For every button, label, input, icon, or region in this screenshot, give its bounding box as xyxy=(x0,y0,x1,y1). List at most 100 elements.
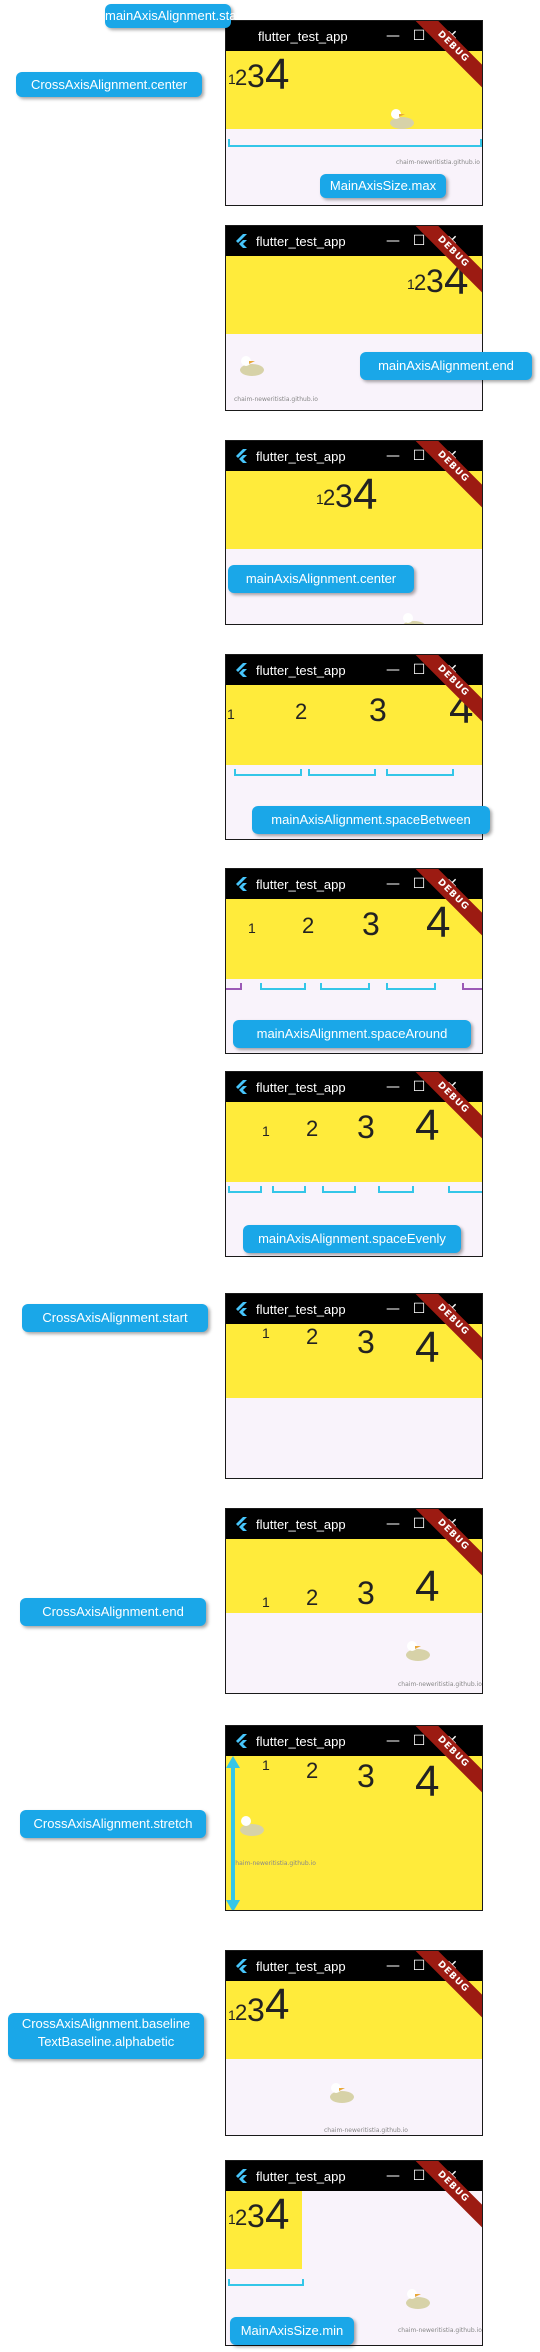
window-title: flutter_test_app xyxy=(256,663,346,678)
callout-cross-baseline: CrossAxisAlignment.baseline TextBaseline… xyxy=(8,2013,204,2059)
callout-size-min: MainAxisSize.min xyxy=(230,2317,354,2345)
watermark: chaim-neweritistia.github.io xyxy=(234,396,318,403)
window-main-center: flutter_test_app — ☐ ✕ 1 2 3 4 DEBUG xyxy=(225,440,483,625)
row-area: 1 2 3 4 xyxy=(226,1102,482,1182)
flutter-icon xyxy=(236,663,247,677)
bird-icon xyxy=(406,2289,430,2309)
bird-icon xyxy=(240,356,264,376)
flutter-icon xyxy=(236,449,247,463)
watermark: chaim-neweritistia.github.io xyxy=(232,1860,316,1867)
flutter-icon xyxy=(236,1517,247,1531)
gap-brace xyxy=(234,769,302,776)
gap-brace xyxy=(308,769,376,776)
flutter-icon xyxy=(236,877,247,891)
flutter-icon xyxy=(236,1302,247,1316)
digit-4: 4 xyxy=(415,1757,440,1806)
gap-brace xyxy=(228,1186,262,1193)
flutter-icon xyxy=(236,1080,247,1094)
row-area: 1 2 3 4 xyxy=(226,1981,482,2059)
digit-4: 4 xyxy=(415,1562,440,1611)
callout-main-end: mainAxisAlignment.end xyxy=(360,352,532,380)
window-title: flutter_test_app xyxy=(256,449,346,464)
row-area: 1 2 3 4 xyxy=(226,685,482,765)
digit-4: 4 xyxy=(265,50,290,99)
digit-2: 2 xyxy=(302,913,315,938)
digit-2: 2 xyxy=(414,270,427,295)
digit-3: 3 xyxy=(357,1575,375,1611)
digit-4: 4 xyxy=(265,1980,290,2029)
row-area: 1 2 3 4 xyxy=(226,1539,482,1613)
gap-brace xyxy=(260,983,306,990)
window-title: flutter_test_app xyxy=(256,1302,346,1317)
gap-brace xyxy=(386,983,436,990)
digit-4: 4 xyxy=(265,2190,290,2239)
digit-3: 3 xyxy=(362,906,380,942)
window-title: flutter_test_app xyxy=(256,1080,346,1095)
digit-1: 1 xyxy=(248,920,256,936)
window-title: flutter_test_app xyxy=(256,1734,346,1749)
digit-2: 2 xyxy=(323,485,336,510)
watermark: chaim-neweritistia.github.io xyxy=(324,2127,408,2134)
window-title: flutter_test_app xyxy=(256,877,346,892)
digit-2: 2 xyxy=(306,1758,319,1783)
digit-1: 1 xyxy=(262,1757,270,1773)
bird-icon xyxy=(390,109,414,129)
bird-icon xyxy=(406,1641,430,1661)
minimize-icon[interactable]: — xyxy=(383,1514,403,1534)
minimize-icon[interactable]: — xyxy=(383,1299,403,1319)
window-title: flutter_test_app xyxy=(256,2169,346,2184)
row-area: 1 2 3 4 xyxy=(226,1324,482,1398)
minimize-icon[interactable]: — xyxy=(383,1731,403,1751)
digit-1: 1 xyxy=(262,1594,270,1610)
bird-icon xyxy=(330,2083,354,2103)
gap-brace xyxy=(378,1186,414,1193)
digit-2: 2 xyxy=(306,1324,319,1349)
gap-brace xyxy=(226,983,242,990)
digit-3: 3 xyxy=(426,263,444,299)
minimize-icon[interactable]: — xyxy=(383,446,403,466)
bird-icon xyxy=(403,613,425,624)
minimize-icon[interactable]: — xyxy=(383,26,403,46)
callout-space-around: mainAxisAlignment.spaceAround xyxy=(233,1020,471,1048)
digit-1: 1 xyxy=(262,1123,270,1139)
row-area: 1 2 3 4 xyxy=(226,2191,302,2269)
gap-brace xyxy=(322,1186,356,1193)
flutter-icon xyxy=(236,1734,247,1748)
digit-1: 1 xyxy=(227,706,235,722)
window-title: flutter_test_app xyxy=(256,234,346,249)
window-cross-start: flutter_test_app — ☐ ✕ 1 2 3 4 DEBUG xyxy=(225,1293,483,1479)
minimize-icon[interactable]: — xyxy=(383,231,403,251)
row-area: 1 2 3 4 xyxy=(226,471,482,549)
minimize-icon[interactable]: — xyxy=(383,874,403,894)
gap-brace xyxy=(320,983,370,990)
window-cross-baseline: flutter_test_app — ☐ ✕ 1 2 3 4 DEBUG cha… xyxy=(225,1950,483,2136)
digit-1: 1 xyxy=(262,1325,270,1341)
digit-3: 3 xyxy=(335,478,353,514)
gap-brace xyxy=(462,983,482,990)
digit-2: 2 xyxy=(295,699,308,724)
digit-3: 3 xyxy=(247,1992,265,2028)
digit-3: 3 xyxy=(357,1324,375,1360)
callout-main-center: mainAxisAlignment.center xyxy=(228,565,414,593)
main-axis-brace xyxy=(228,2279,304,2286)
callout-main-start: mainAxisAlignment.start xyxy=(105,4,244,28)
row-area: 1 2 3 4 xyxy=(226,256,482,334)
minimize-icon[interactable]: — xyxy=(383,1956,403,1976)
callout-cross-end: CrossAxisAlignment.end xyxy=(20,1598,206,1626)
digit-3: 3 xyxy=(247,2198,265,2234)
minimize-icon[interactable]: — xyxy=(383,1077,403,1097)
watermark: chaim-neweritistia.github.io xyxy=(398,2327,482,2334)
digit-2: 2 xyxy=(235,65,248,90)
gap-brace xyxy=(386,769,454,776)
window-title: flutter_test_app xyxy=(256,1517,346,1532)
minimize-icon[interactable]: — xyxy=(383,2166,403,2186)
window-title: flutter_test_app xyxy=(258,29,348,44)
window-main-end: flutter_test_app — ☐ ✕ 1 2 3 4 DEBUG cha… xyxy=(225,225,483,411)
flutter-icon xyxy=(236,2169,247,2183)
stretch-arrow-icon xyxy=(226,1756,240,1910)
minimize-icon[interactable]: — xyxy=(383,660,403,680)
digit-4: 4 xyxy=(415,1101,440,1150)
digit-3: 3 xyxy=(357,1109,375,1145)
digit-4: 4 xyxy=(353,470,378,519)
row-area: 1 2 3 4 xyxy=(226,51,482,129)
